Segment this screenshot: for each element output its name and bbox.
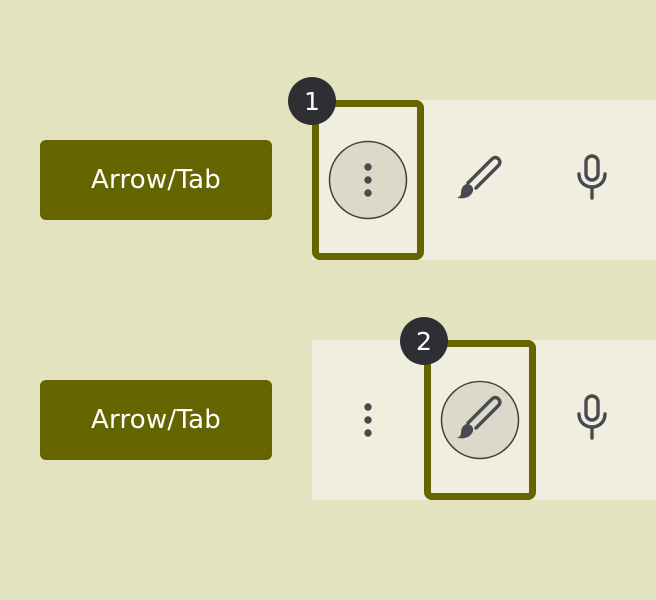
- microphone-button[interactable]: [552, 380, 632, 460]
- brush-button[interactable]: [440, 140, 520, 220]
- arrow-tab-key-step-1: Arrow/Tab: [40, 140, 272, 220]
- focus-indicator-step-1: [312, 100, 424, 260]
- step-badge-2: 2: [400, 317, 448, 365]
- diagram-canvas: Arrow/Tab 1 Arrow/Tab 2: [0, 0, 656, 600]
- mic-icon: [577, 394, 607, 440]
- more-vert-icon: [364, 403, 372, 437]
- arrow-tab-key-step-2: Arrow/Tab: [40, 380, 272, 460]
- step-badge-1: 1: [288, 77, 336, 125]
- mic-icon: [577, 154, 607, 200]
- more-options-button[interactable]: [328, 380, 408, 460]
- focus-indicator-step-2: [424, 340, 536, 500]
- brush-icon: [457, 155, 502, 199]
- microphone-button[interactable]: [552, 140, 632, 220]
